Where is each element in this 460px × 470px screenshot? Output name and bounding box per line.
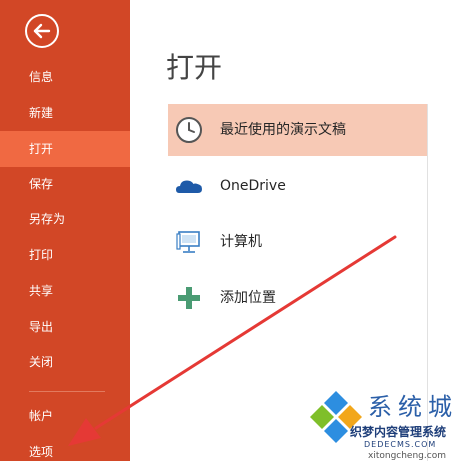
plus-icon bbox=[178, 287, 200, 309]
watermark: 系统城 织梦内容管理系统 DEDECMS.COM xitongcheng.com bbox=[306, 385, 460, 461]
sidebar-divider bbox=[29, 391, 105, 392]
place-recent[interactable]: 最近使用的演示文稿 bbox=[168, 104, 427, 156]
menu-item-share[interactable]: 共享 bbox=[0, 273, 130, 309]
menu-item-info[interactable]: 信息 bbox=[0, 59, 130, 95]
menu-item-open[interactable]: 打开 bbox=[0, 131, 130, 167]
place-onedrive[interactable]: OneDrive bbox=[168, 160, 427, 212]
place-label: OneDrive bbox=[220, 178, 286, 194]
watermark-domain: DEDECMS.COM bbox=[364, 440, 437, 449]
menu-item-export[interactable]: 导出 bbox=[0, 309, 130, 345]
watermark-url: xitongcheng.com bbox=[368, 451, 446, 461]
page-title: 打开 bbox=[166, 51, 223, 84]
menu-item-print[interactable]: 打印 bbox=[0, 237, 130, 273]
backstage-sidebar: 信息 新建 打开 保存 另存为 打印 共享 导出 关闭 帐户 选项 bbox=[0, 0, 130, 461]
menu-item-account[interactable]: 帐户 bbox=[0, 398, 130, 434]
clock-icon bbox=[176, 117, 202, 143]
computer-icon bbox=[176, 231, 200, 253]
arrow-left-circle-icon bbox=[33, 23, 51, 39]
menu-item-save[interactable]: 保存 bbox=[0, 166, 130, 202]
menu-item-new[interactable]: 新建 bbox=[0, 95, 130, 131]
place-add-location[interactable]: 添加位置 bbox=[168, 272, 427, 324]
watermark-chinese: 织梦内容管理系统 bbox=[350, 425, 447, 439]
place-label: 添加位置 bbox=[220, 290, 276, 306]
watermark-brand: 系统城 bbox=[368, 393, 458, 421]
place-computer[interactable]: 计算机 bbox=[168, 216, 427, 268]
place-label: 最近使用的演示文稿 bbox=[220, 122, 346, 138]
cloud-icon bbox=[176, 180, 202, 193]
menu-item-save-as[interactable]: 另存为 bbox=[0, 201, 130, 237]
place-label: 计算机 bbox=[220, 234, 262, 250]
menu-item-options[interactable]: 选项 bbox=[0, 434, 130, 470]
menu-item-close[interactable]: 关闭 bbox=[0, 344, 130, 380]
back-button[interactable] bbox=[25, 14, 59, 48]
